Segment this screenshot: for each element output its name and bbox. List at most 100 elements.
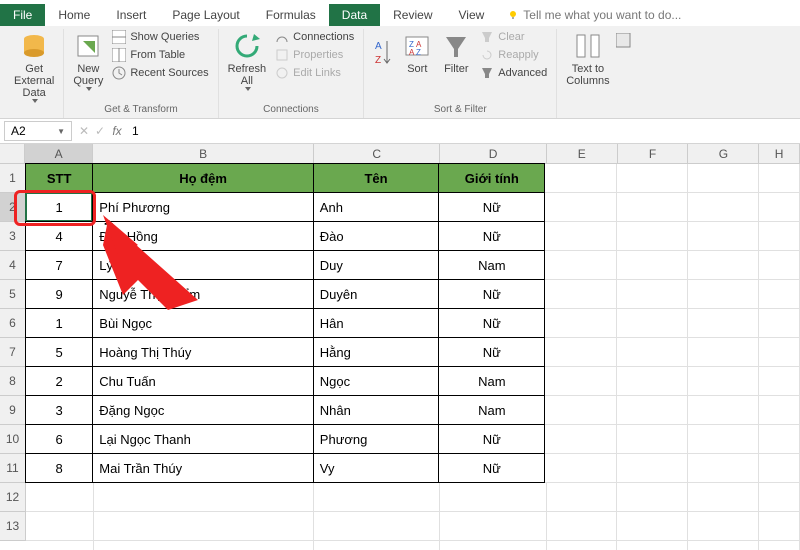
cell-F-9[interactable] bbox=[617, 396, 688, 425]
new-query-button[interactable]: New Query bbox=[70, 29, 106, 93]
cell-G-header[interactable] bbox=[688, 164, 759, 193]
row-header-11[interactable]: 11 bbox=[0, 454, 25, 483]
cell-C-101[interactable] bbox=[314, 483, 440, 512]
show-queries-button[interactable]: Show Queries bbox=[109, 29, 211, 45]
tab-page-layout[interactable]: Page Layout bbox=[159, 4, 252, 26]
tab-data[interactable]: Data bbox=[329, 4, 380, 26]
filter-button[interactable]: Filter bbox=[438, 29, 474, 77]
cell-G-4[interactable] bbox=[688, 251, 759, 280]
cell-H-4[interactable] bbox=[759, 251, 800, 280]
cell-H-103[interactable] bbox=[759, 541, 800, 550]
cell-H-11[interactable] bbox=[759, 454, 800, 483]
cell-B-4[interactable]: Lý bbox=[92, 250, 314, 280]
get-external-data-button[interactable]: Get External Data bbox=[11, 29, 57, 105]
row-header-12[interactable]: 12 bbox=[0, 483, 25, 512]
cell-H-6[interactable] bbox=[759, 309, 800, 338]
edit-links-button[interactable]: Edit Links bbox=[272, 65, 357, 81]
cell-H-102[interactable] bbox=[759, 512, 800, 541]
cell-A-102[interactable] bbox=[26, 512, 94, 541]
cell-A-103[interactable] bbox=[26, 541, 94, 550]
cell-A-4[interactable]: 7 bbox=[25, 250, 93, 280]
cell-F-11[interactable] bbox=[617, 454, 688, 483]
cell-A-6[interactable]: 1 bbox=[25, 308, 93, 338]
row-header-8[interactable]: 8 bbox=[0, 367, 25, 396]
cell-C-5[interactable]: Duyên bbox=[313, 279, 439, 309]
cell-D-101[interactable] bbox=[440, 483, 547, 512]
col-header-C[interactable]: C bbox=[314, 144, 440, 163]
cell-C-2[interactable]: Anh bbox=[313, 192, 439, 222]
tell-me-search[interactable]: Tell me what you want to do... bbox=[497, 4, 691, 26]
cell-D-9[interactable]: Nam bbox=[438, 395, 545, 425]
cell-H-101[interactable] bbox=[759, 483, 800, 512]
cell-E-103[interactable] bbox=[547, 541, 618, 550]
cell-C-7[interactable]: Hằng bbox=[313, 337, 439, 367]
cell-F-10[interactable] bbox=[617, 425, 688, 454]
cell-H-9[interactable] bbox=[759, 396, 800, 425]
row-header-4[interactable]: 4 bbox=[0, 251, 25, 280]
refresh-all-button[interactable]: Refresh All bbox=[225, 29, 270, 93]
cell-C-9[interactable]: Nhân bbox=[313, 395, 439, 425]
cell-H-5[interactable] bbox=[759, 280, 800, 309]
cell-H-10[interactable] bbox=[759, 425, 800, 454]
properties-button[interactable]: Properties bbox=[272, 47, 357, 63]
cell-D-10[interactable]: Nữ bbox=[438, 424, 545, 454]
cell-A-7[interactable]: 5 bbox=[25, 337, 93, 367]
cell-B-3[interactable]: Đào Hồng bbox=[92, 221, 314, 251]
cell-B-103[interactable] bbox=[94, 541, 314, 550]
cell-grid[interactable]: STTHọ đệmTênGiới tính1Phí PhươngAnhNữ4Đà… bbox=[26, 164, 800, 550]
cell-E-4[interactable] bbox=[545, 251, 616, 280]
row-header-2[interactable]: 2 bbox=[0, 193, 25, 222]
connections-button[interactable]: Connections bbox=[272, 29, 357, 45]
col-header-G[interactable]: G bbox=[688, 144, 759, 163]
cell-E-102[interactable] bbox=[547, 512, 618, 541]
cell-B-6[interactable]: Bùi Ngọc bbox=[92, 308, 314, 338]
cell-F-103[interactable] bbox=[617, 541, 688, 550]
cell-G-10[interactable] bbox=[688, 425, 759, 454]
select-all-corner[interactable] bbox=[0, 144, 25, 163]
cell-D-4[interactable]: Nam bbox=[438, 250, 545, 280]
cell-C-6[interactable]: Hân bbox=[313, 308, 439, 338]
cell-G-7[interactable] bbox=[688, 338, 759, 367]
cell-B-11[interactable]: Mai Trần Thúy bbox=[92, 453, 314, 483]
cell-H-7[interactable] bbox=[759, 338, 800, 367]
cell-A-9[interactable]: 3 bbox=[25, 395, 93, 425]
tab-view[interactable]: View bbox=[446, 4, 498, 26]
cell-A-5[interactable]: 9 bbox=[25, 279, 93, 309]
reapply-button[interactable]: Reapply bbox=[477, 47, 550, 63]
cell-E-10[interactable] bbox=[545, 425, 616, 454]
tab-review[interactable]: Review bbox=[380, 4, 445, 26]
cell-H-header[interactable] bbox=[759, 164, 800, 193]
cell-A-3[interactable]: 4 bbox=[25, 221, 93, 251]
cell-F-102[interactable] bbox=[617, 512, 688, 541]
cell-G-101[interactable] bbox=[688, 483, 759, 512]
cell-E-8[interactable] bbox=[545, 367, 616, 396]
col-header-A[interactable]: A bbox=[25, 144, 93, 163]
cell-E-7[interactable] bbox=[545, 338, 616, 367]
tab-insert[interactable]: Insert bbox=[103, 4, 159, 26]
cell-G-9[interactable] bbox=[688, 396, 759, 425]
cell-A-8[interactable]: 2 bbox=[25, 366, 93, 396]
cell-G-11[interactable] bbox=[688, 454, 759, 483]
clear-button[interactable]: Clear bbox=[477, 29, 550, 45]
text-to-columns-button[interactable]: Text to Columns bbox=[563, 29, 612, 89]
cell-D-5[interactable]: Nữ bbox=[438, 279, 545, 309]
cell-E-5[interactable] bbox=[545, 280, 616, 309]
cell-A-header[interactable]: STT bbox=[25, 163, 93, 193]
cell-F-3[interactable] bbox=[617, 222, 688, 251]
cell-B-10[interactable]: Lại Ngọc Thanh bbox=[92, 424, 314, 454]
cell-C-header[interactable]: Tên bbox=[313, 163, 439, 193]
cell-F-header[interactable] bbox=[617, 164, 688, 193]
cell-G-103[interactable] bbox=[688, 541, 759, 550]
cell-C-10[interactable]: Phương bbox=[313, 424, 439, 454]
advanced-button[interactable]: Advanced bbox=[477, 65, 550, 81]
fx-enter[interactable]: ✓ bbox=[92, 124, 108, 138]
cell-A-11[interactable]: 8 bbox=[25, 453, 93, 483]
cell-H-2[interactable] bbox=[759, 193, 800, 222]
tab-file[interactable]: File bbox=[0, 4, 45, 26]
tab-formulas[interactable]: Formulas bbox=[253, 4, 329, 26]
cell-D-3[interactable]: Nữ bbox=[438, 221, 545, 251]
cell-D-6[interactable]: Nữ bbox=[438, 308, 545, 338]
cell-F-8[interactable] bbox=[617, 367, 688, 396]
cell-E-9[interactable] bbox=[545, 396, 616, 425]
col-header-F[interactable]: F bbox=[618, 144, 689, 163]
